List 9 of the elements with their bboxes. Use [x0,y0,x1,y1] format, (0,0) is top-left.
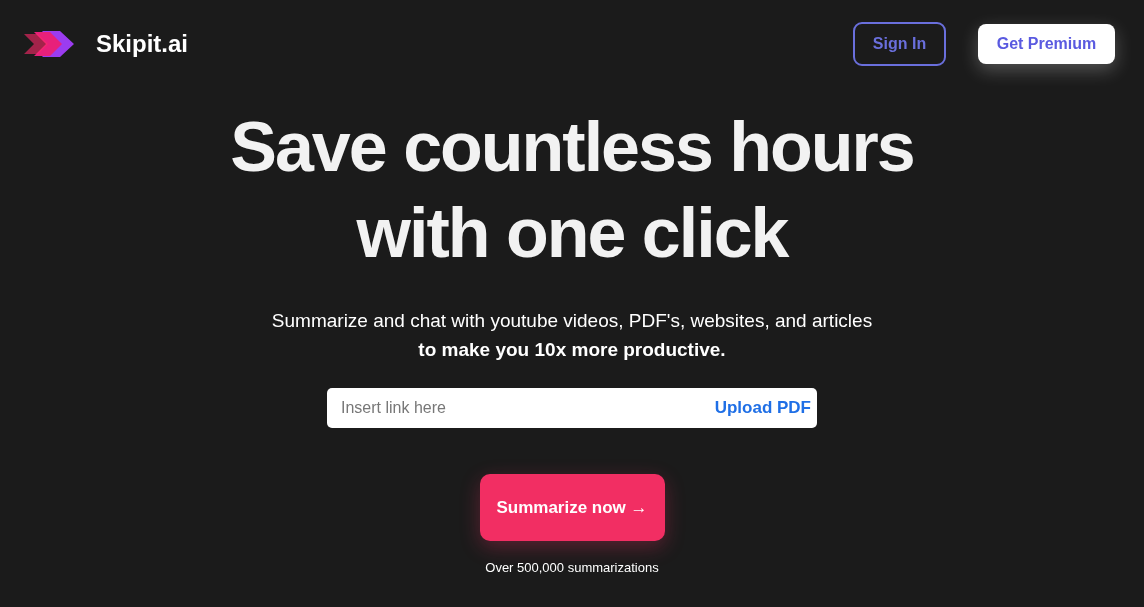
link-input-field[interactable]: Insert link here Upload PDF [327,388,817,428]
summarization-count: Over 500,000 summarizations [485,560,659,575]
headline: Save countless hours with one click [229,107,915,274]
subtitle: Summarize and chat with youtube videos, PDF's, websites, and articles to make you 10x more productive. [271,309,873,362]
summarize-button[interactable]: Summarize now → [479,474,665,541]
brand-name: Skipit.ai [96,30,189,58]
sign-in-button[interactable]: Sign In [853,22,946,66]
get-premium-button[interactable]: Get Premium [978,24,1115,64]
upload-pdf-link[interactable]: Upload PDF [714,398,811,418]
